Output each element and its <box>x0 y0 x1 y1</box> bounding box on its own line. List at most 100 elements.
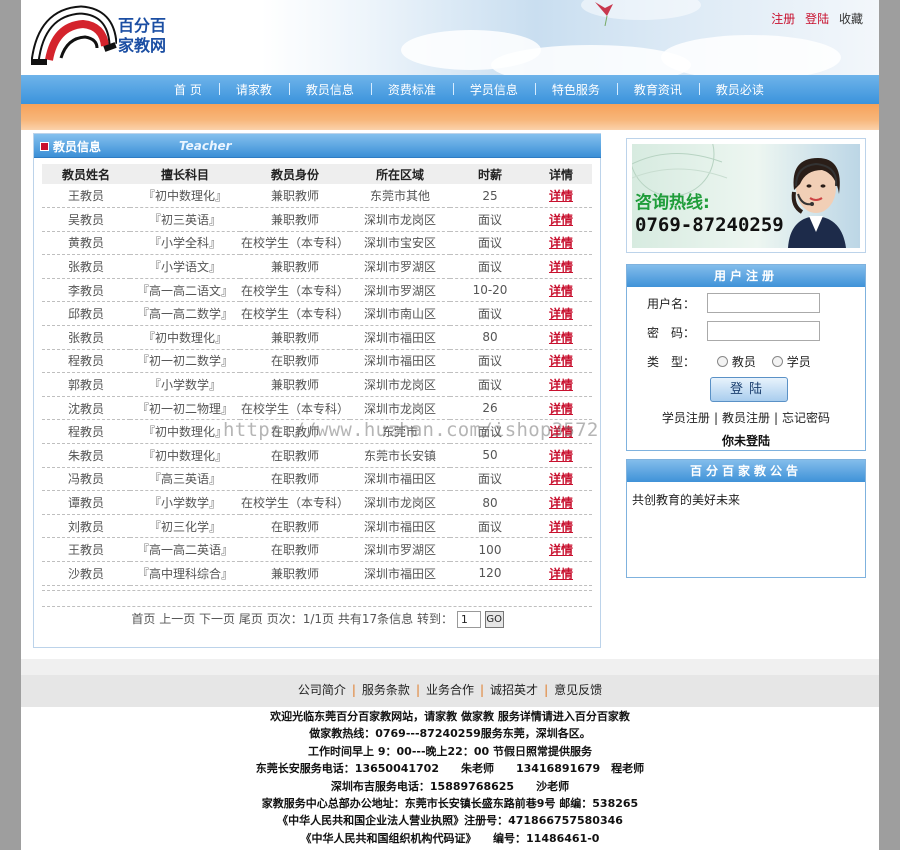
cell-name: 吴教员 <box>42 207 130 232</box>
nav-item-teacher-guide[interactable]: 教员必读 <box>698 81 781 98</box>
hotline-label: 咨询热线: <box>635 193 710 213</box>
type-label: 类 型： <box>647 355 696 369</box>
nav-item-fees[interactable]: 资费标准 <box>370 81 453 98</box>
detail-link[interactable]: 详情 <box>530 467 592 492</box>
pager-go-button[interactable]: GO <box>484 611 504 628</box>
cell-area: 深圳市龙岗区 <box>350 207 450 232</box>
teacher-register-link[interactable]: 教员注册 <box>722 411 770 425</box>
logo-arc-icon <box>31 5 117 65</box>
cell-rate: 面议 <box>450 467 530 492</box>
pager-last[interactable]: 尾页 <box>239 612 263 626</box>
favorite-link[interactable]: 收藏 <box>839 12 863 26</box>
nav-item-student-info[interactable]: 学员信息 <box>452 81 535 98</box>
cell-name: 王教员 <box>42 184 130 209</box>
detail-link[interactable]: 详情 <box>530 254 592 279</box>
cell-rate: 面议 <box>450 231 530 256</box>
login-link[interactable]: 登陆 <box>805 12 829 26</box>
footer-line: 欢迎光临东莞百分百家教网站，请家教 做家教 服务详情请进入百分百家教 <box>270 710 630 723</box>
detail-link[interactable]: 详情 <box>530 325 592 350</box>
detail-link[interactable]: 详情 <box>530 372 592 397</box>
detail-link[interactable]: 详情 <box>530 537 592 562</box>
footer-spacer <box>21 659 879 675</box>
login-button[interactable]: 登陆 <box>710 377 788 402</box>
panel-header: 教员信息 Teacher <box>34 134 601 158</box>
col-rate-header: 时薪 <box>450 164 530 184</box>
nav-item-hire-tutor[interactable]: 请家教 <box>218 81 289 98</box>
cell-area: 深圳市龙岗区 <box>350 372 450 397</box>
cell-rate: 面议 <box>450 514 530 539</box>
detail-link[interactable]: 详情 <box>530 490 592 515</box>
pager-prev[interactable]: 上一页 <box>159 612 195 626</box>
table-row: 沙教员 『高中理科综合』 兼职教师 深圳市福田区 120 详情 <box>42 561 592 586</box>
password-input[interactable] <box>707 321 820 341</box>
table-row: 王教员 『初中数理化』 兼职教师 东莞市其他 25 详情 <box>42 184 592 209</box>
footer-link-about[interactable]: 公司简介 <box>298 683 346 697</box>
cell-rate: 面议 <box>450 207 530 232</box>
site-header: 百分百 家教网 注册 登陆 收藏 <box>21 0 879 75</box>
col-name-header: 教员姓名 <box>42 164 130 184</box>
detail-link[interactable]: 详情 <box>530 301 592 327</box>
cell-subject: 『高一高二英语』 <box>130 537 240 562</box>
pager: 首页 上一页 下一页 尾页 页次：1/1页 共有17条信息 转到： 1 GO <box>34 610 601 628</box>
footer-line: 深圳布吉服务电话：15889768625 沙老师 <box>330 779 570 793</box>
table-row: 冯教员 『高三英语』 在职教师 深圳市福田区 面议 详情 <box>42 467 592 492</box>
footer-link-terms[interactable]: 服务条款 <box>362 683 410 697</box>
table-row: 刘教员 『初三化学』 在职教师 深圳市福田区 面议 详情 <box>42 514 592 539</box>
cell-name: 谭教员 <box>42 490 130 515</box>
pager-next[interactable]: 下一页 <box>199 612 235 626</box>
pager-first[interactable]: 首页 <box>131 612 155 626</box>
pager-page-input[interactable]: 1 <box>456 611 481 628</box>
panel-title: 教员信息 <box>53 140 102 154</box>
cell-name: 郭教员 <box>42 372 130 397</box>
cell-area: 深圳市龙岗区 <box>350 396 450 421</box>
footer-link-cooperation[interactable]: 业务合作 <box>426 683 474 697</box>
table-row: 张教员 『初中数理化』 兼职教师 深圳市福田区 80 详情 <box>42 325 592 350</box>
cell-identity: 兼职教师 <box>240 184 350 209</box>
detail-link[interactable]: 详情 <box>530 349 592 374</box>
cell-subject: 『初三化学』 <box>130 514 240 539</box>
nav-item-home[interactable]: 首 页 <box>157 81 219 98</box>
detail-link[interactable]: 详情 <box>530 207 592 232</box>
cell-rate: 50 <box>450 443 530 468</box>
detail-link[interactable]: 详情 <box>530 184 592 209</box>
cell-rate: 80 <box>450 490 530 515</box>
detail-link[interactable]: 详情 <box>530 231 592 256</box>
nav-item-news[interactable]: 教育资讯 <box>616 81 699 98</box>
detail-link[interactable]: 详情 <box>530 561 592 586</box>
detail-link[interactable]: 详情 <box>530 396 592 421</box>
forgot-password-link[interactable]: 忘记密码 <box>782 411 830 425</box>
orange-banner-strip <box>21 104 879 130</box>
nav-item-teacher-info[interactable]: 教员信息 <box>288 81 371 98</box>
detail-link[interactable]: 详情 <box>530 443 592 468</box>
hotline-banner: 咨询热线: 0769-87240259 <box>626 138 866 253</box>
cell-name: 程教员 <box>42 349 130 374</box>
detail-link[interactable]: 详情 <box>530 278 592 303</box>
table-row: 黄教员 『小学全科』 在校学生（本专科） 深圳市宝安区 面议 详情 <box>42 231 592 256</box>
main-nav: 首 页 请家教 教员信息 资费标准 学员信息 特色服务 教育资讯 教员必读 <box>21 75 879 104</box>
footer-link-feedback[interactable]: 意见反馈 <box>554 683 602 697</box>
username-input[interactable] <box>707 293 820 313</box>
password-label: 密 码： <box>647 326 696 340</box>
logo-line-1: 百分百 <box>118 16 167 35</box>
cell-area: 深圳市南山区 <box>350 301 450 327</box>
col-detail-header: 详情 <box>530 164 592 184</box>
cell-identity: 在校学生（本专科） <box>240 231 350 256</box>
cell-identity: 在职教师 <box>240 537 350 562</box>
cell-subject: 『初三英语』 <box>130 207 240 232</box>
login-status: 你未登陆 <box>721 434 770 448</box>
cell-rate: 80 <box>450 325 530 350</box>
radio-teacher[interactable] <box>716 356 728 367</box>
register-link[interactable]: 注册 <box>771 12 795 26</box>
footer-link-jobs[interactable]: 诚招英才 <box>490 683 538 697</box>
radio-student[interactable] <box>771 356 783 367</box>
cell-identity: 在职教师 <box>240 443 350 468</box>
table-row: 王教员 『高一高二英语』 在职教师 深圳市罗湖区 100 详情 <box>42 537 592 562</box>
cell-identity: 在校学生（本专科） <box>240 396 350 421</box>
nav-item-services[interactable]: 特色服务 <box>534 81 617 98</box>
detail-link[interactable]: 详情 <box>530 514 592 539</box>
cell-subject: 『初一初二数学』 <box>130 349 240 374</box>
register-box-title: 用户注册 <box>627 265 865 287</box>
radio-teacher-label: 教员 <box>731 355 756 369</box>
student-register-link[interactable]: 学员注册 <box>662 411 710 425</box>
cell-rate: 面议 <box>450 349 530 374</box>
